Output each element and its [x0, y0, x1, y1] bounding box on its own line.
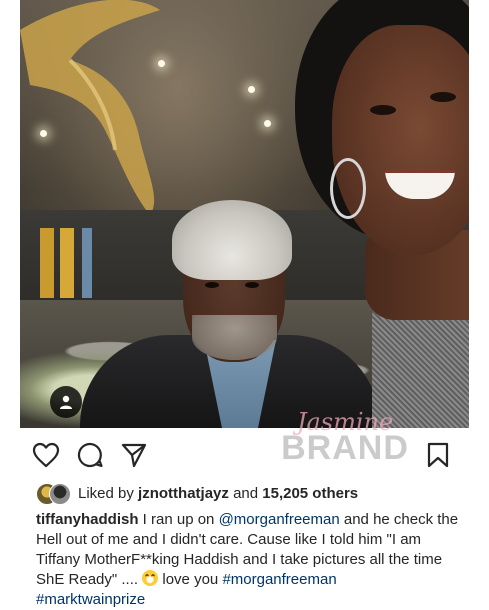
ceiling-light — [264, 120, 271, 127]
likes-count-link[interactable]: 15,205 others — [262, 485, 358, 502]
man-hair — [172, 200, 292, 280]
man-eye — [245, 282, 259, 288]
wall-banner — [40, 228, 54, 298]
man-eye — [205, 282, 219, 288]
avatar[interactable] — [49, 483, 71, 505]
hoop-earring — [330, 158, 366, 219]
ceiling-light — [158, 60, 165, 67]
like-button[interactable] — [30, 439, 62, 471]
post-caption: tiffanyhaddish I ran up on @morganfreema… — [36, 510, 466, 610]
woman-eye — [430, 92, 456, 102]
save-button[interactable] — [422, 439, 454, 471]
likes-row: Liked by jznotthatjayz and 15,205 others — [36, 481, 358, 505]
user-tag-button[interactable] — [50, 386, 82, 418]
likes-prefix: Liked by — [78, 484, 134, 502]
person-icon — [60, 395, 72, 409]
liker-username-link[interactable]: jznotthatjayz — [138, 485, 229, 502]
instagram-post: Jasmine BRAND Liked by jznotthatjayz and… — [0, 0, 489, 608]
author-username-link[interactable]: tiffanyhaddish — [36, 511, 139, 528]
laughing-emoji-icon — [142, 570, 159, 586]
share-button[interactable] — [118, 439, 150, 471]
hashtag-link[interactable]: #morganfreeman — [222, 571, 336, 588]
mention-link[interactable]: @morganfreeman — [219, 511, 340, 528]
caption-text: I ran up on — [138, 511, 219, 528]
man-beard — [192, 315, 277, 360]
ceiling-light — [248, 86, 255, 93]
ceiling-light — [40, 130, 47, 137]
comment-bubble-icon — [77, 442, 103, 468]
bookmark-outline-icon — [427, 442, 449, 468]
likes-connector: and — [233, 484, 259, 502]
action-bar — [20, 437, 469, 477]
liker-avatars — [36, 482, 72, 505]
wall-banner — [60, 228, 74, 298]
paper-plane-icon — [121, 443, 147, 468]
comment-button[interactable] — [74, 439, 106, 471]
heart-outline-icon — [32, 442, 60, 468]
post-photo[interactable] — [20, 0, 469, 428]
wall-banner — [82, 228, 92, 298]
caption-text: love you — [158, 571, 223, 588]
woman-eye — [370, 105, 396, 115]
gold-sculpture — [20, 0, 160, 215]
